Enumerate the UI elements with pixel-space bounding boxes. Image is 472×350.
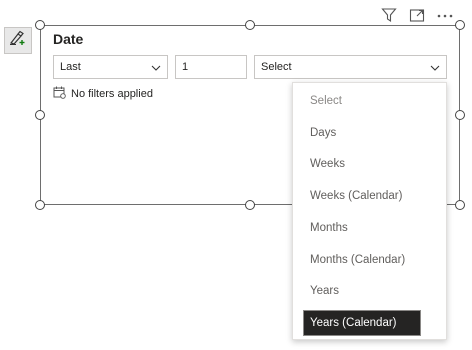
- resize-handle-top-right[interactable]: [455, 20, 465, 30]
- slicer-title: Date: [53, 31, 84, 47]
- filter-icon[interactable]: [380, 6, 398, 24]
- format-painter-button[interactable]: [4, 27, 32, 54]
- report-canvas: Date Last 1 Select No filters applied Se…: [0, 0, 472, 350]
- resize-handle-top[interactable]: [245, 20, 255, 30]
- period-unit-dropdown[interactable]: Select: [254, 55, 447, 79]
- resize-handle-left[interactable]: [35, 110, 45, 120]
- period-count-value: 1: [182, 61, 189, 73]
- filter-status: No filters applied: [53, 86, 153, 102]
- menu-item-years[interactable]: Years: [304, 279, 420, 303]
- menu-item-select[interactable]: Select: [304, 89, 420, 113]
- relative-period-value: Last: [60, 61, 81, 73]
- resize-handle-top-left[interactable]: [35, 20, 45, 30]
- menu-item-months[interactable]: Months: [304, 216, 420, 240]
- more-options-icon[interactable]: [436, 6, 454, 24]
- chevron-down-icon: [151, 63, 161, 71]
- filter-status-text: No filters applied: [71, 88, 153, 100]
- resize-handle-bottom-left[interactable]: [35, 200, 45, 210]
- relative-period-dropdown[interactable]: Last: [53, 55, 168, 79]
- menu-item-days[interactable]: Days: [304, 121, 420, 145]
- period-unit-value: Select: [261, 61, 292, 73]
- period-unit-menu: Select Days Weeks Weeks (Calendar) Month…: [292, 82, 447, 340]
- resize-handle-bottom[interactable]: [245, 200, 255, 210]
- chevron-down-icon: [430, 63, 440, 71]
- visual-header: [380, 5, 454, 25]
- resize-handle-right[interactable]: [455, 110, 465, 120]
- format-painter-icon: [9, 30, 27, 51]
- period-count-input[interactable]: 1: [175, 55, 247, 79]
- calendar-filter-icon: [53, 86, 66, 102]
- focus-mode-icon[interactable]: [408, 6, 426, 24]
- menu-item-weeks[interactable]: Weeks: [304, 152, 420, 176]
- resize-handle-bottom-right[interactable]: [455, 200, 465, 210]
- menu-item-weeks-calendar[interactable]: Weeks (Calendar): [304, 184, 420, 208]
- menu-item-years-calendar[interactable]: Years (Calendar): [303, 310, 421, 336]
- menu-item-months-calendar[interactable]: Months (Calendar): [304, 248, 420, 272]
